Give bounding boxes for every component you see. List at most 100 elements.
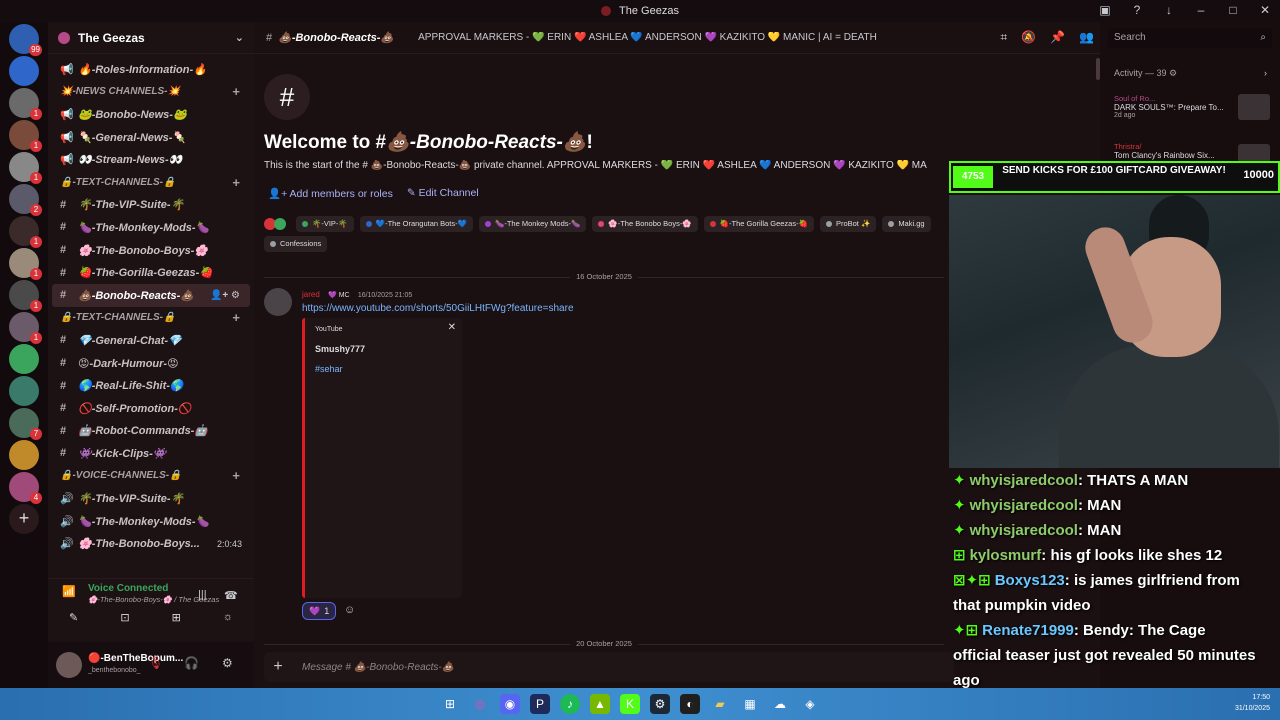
- nvidia-icon[interactable]: ▲: [590, 694, 610, 714]
- message-composer[interactable]: + Message # 💩-Bonobo-Reacts-💩: [264, 652, 954, 682]
- user-name[interactable]: 🔴-BenTheBopum...: [88, 653, 183, 664]
- add-channel-icon[interactable]: +: [232, 175, 240, 190]
- role-chip[interactable]: 🍆-The Monkey Mods-🍆: [478, 216, 587, 232]
- start-icon[interactable]: ⊞: [440, 694, 460, 714]
- server-icon[interactable]: 99: [9, 24, 42, 56]
- network-icon[interactable]: ☁: [770, 694, 790, 714]
- channel-item[interactable]: 📢 🐸-Bonobo-News-🐸: [48, 103, 254, 126]
- premiere-icon[interactable]: P: [530, 694, 550, 714]
- server-icon[interactable]: 7: [9, 408, 42, 440]
- disconnect-icon[interactable]: ☎: [224, 589, 238, 602]
- channel-item[interactable]: 📢 🔥-Roles-Information-🔥: [48, 58, 254, 81]
- channel-item[interactable]: 📢 👀-Stream-News-👀: [48, 148, 254, 171]
- role-chip[interactable]: Confessions: [264, 236, 328, 252]
- maximize-button[interactable]: □: [1226, 3, 1240, 17]
- channel-item[interactable]: # 💩-Bonobo-Reacts-💩 👤+ ⚙: [52, 283, 250, 307]
- server-icon[interactable]: 4: [9, 472, 42, 504]
- threads-icon[interactable]: ⌗: [1000, 30, 1007, 45]
- channel-item[interactable]: # 🚫-Self-Promotion-🚫: [48, 397, 254, 420]
- add-members-button[interactable]: 👤+ Add members or roles: [268, 187, 393, 200]
- close-icon[interactable]: ✕: [448, 322, 456, 333]
- inbox-icon[interactable]: ▣: [1098, 3, 1112, 17]
- activity-item[interactable]: Thristra/ Tom Clancy's Rainbow Six...: [1114, 142, 1244, 160]
- channel-item[interactable]: 🔊 🌸-The-Bonobo-Boys... 2:0:43: [48, 532, 254, 555]
- kick-icon[interactable]: K: [620, 694, 640, 714]
- add-channel-icon[interactable]: +: [232, 84, 240, 99]
- role-chip[interactable]: 🌴-VIP-🌴: [296, 216, 354, 232]
- role-chip[interactable]: 🌸-The Bonobo Boys-🌸: [592, 216, 698, 232]
- role-chip[interactable]: Maki.gg: [882, 216, 931, 232]
- channel-category[interactable]: 💥-NEWS CHANNELS-💥 +: [48, 81, 254, 104]
- channel-topic[interactable]: APPROVAL MARKERS - 💚 ERIN ❤️ ASHLEA 💙 AN…: [418, 32, 878, 43]
- channel-item[interactable]: 📢 🍡-General-News-🍡: [48, 126, 254, 149]
- server-icon[interactable]: 1: [9, 248, 42, 280]
- folder-icon[interactable]: ▰: [710, 694, 730, 714]
- obs-icon[interactable]: ◐: [680, 694, 700, 714]
- server-icon[interactable]: 1: [9, 152, 42, 184]
- noise-suppression-icon[interactable]: |||: [198, 589, 207, 601]
- help-icon[interactable]: ?: [1130, 3, 1144, 17]
- embed-description[interactable]: #sehar: [315, 364, 343, 374]
- attach-plus-icon[interactable]: +: [264, 658, 292, 676]
- search-input[interactable]: Search ⌕: [1108, 28, 1272, 48]
- server-icon[interactable]: 1: [9, 312, 42, 344]
- deafen-icon[interactable]: 🎧: [184, 656, 199, 670]
- spotify-icon[interactable]: ♪: [560, 694, 580, 714]
- server-icon[interactable]: 1: [9, 88, 42, 120]
- channel-item[interactable]: # 💎-General-Chat-💎: [48, 329, 254, 352]
- server-icon[interactable]: 1: [9, 280, 42, 312]
- channel-item[interactable]: # 🌸-The-Bonobo-Boys-🌸: [48, 239, 254, 262]
- calculator-icon[interactable]: ▦: [740, 694, 760, 714]
- add-server-button[interactable]: +: [9, 504, 39, 534]
- avatar[interactable]: [264, 288, 292, 316]
- server-icon[interactable]: [9, 376, 39, 406]
- channel-item[interactable]: 🔊 🌴-The-VIP-Suite-🌴: [48, 487, 254, 510]
- server-icon[interactable]: [9, 440, 39, 470]
- settings-icon[interactable]: ⚙: [222, 656, 233, 670]
- soundboard-icon[interactable]: ☼: [223, 611, 233, 629]
- steam-icon[interactable]: ⚙: [650, 694, 670, 714]
- role-chip[interactable]: 💙-The Orangutan Bots-💙: [359, 216, 473, 232]
- add-reaction-icon[interactable]: ☺: [344, 604, 355, 616]
- channel-item[interactable]: # 🌴-The-VIP-Suite-🌴: [48, 194, 254, 217]
- server-icon[interactable]: 2: [9, 184, 42, 216]
- avatar[interactable]: [56, 652, 82, 678]
- add-channel-icon[interactable]: +: [232, 310, 240, 325]
- role-chip[interactable]: ProBot ✨: [819, 216, 877, 232]
- member-list-icon[interactable]: 👥: [1079, 30, 1094, 45]
- edit-channel-button[interactable]: ✎ Edit Channel: [407, 187, 479, 200]
- chevron-down-icon[interactable]: ⌄: [235, 31, 244, 44]
- activity-item[interactable]: Soul of Ro... DARK SOULS™: Prepare To...…: [1114, 94, 1244, 119]
- server-icon[interactable]: 1: [9, 120, 42, 152]
- server-icon[interactable]: [9, 344, 39, 374]
- mute-icon[interactable]: 🎙: [148, 656, 163, 670]
- add-channel-icon[interactable]: +: [232, 468, 240, 483]
- message-author[interactable]: jared: [302, 290, 320, 299]
- channel-category[interactable]: 🔒-TEXT-CHANNELS-🔒 +: [48, 307, 254, 330]
- channel-settings-icon[interactable]: 👤+ ⚙: [210, 290, 240, 301]
- reaction-button[interactable]: 💜 1: [302, 602, 337, 620]
- apps-icon[interactable]: ⊞: [172, 611, 181, 629]
- download-icon[interactable]: ↓: [1162, 3, 1176, 17]
- role-chip[interactable]: 🍓-The Gorilla Geezas-🍓: [703, 216, 814, 232]
- minimize-button[interactable]: –: [1194, 3, 1208, 17]
- channel-item[interactable]: # 😡-Dark-Humour-😡: [48, 352, 254, 375]
- channel-category[interactable]: 🔒-VOICE-CHANNELS-🔒 +: [48, 465, 254, 488]
- embed-title[interactable]: Smushy777: [315, 344, 365, 354]
- vscode-icon[interactable]: ◈: [800, 694, 820, 714]
- message-link[interactable]: https://www.youtube.com/shorts/50GiiLHtF…: [302, 303, 574, 314]
- app-icon[interactable]: ◎: [470, 694, 490, 714]
- channel-category[interactable]: 🔒-TEXT-CHANNELS-🔒 +: [48, 171, 254, 194]
- channel-item[interactable]: # 👾-Kick-Clips-👾: [48, 442, 254, 465]
- signal-icon[interactable]: 📶: [62, 585, 76, 598]
- discord-icon[interactable]: ◉: [500, 694, 520, 714]
- channel-item[interactable]: 🔊 🍆-The-Monkey-Mods-🍆: [48, 510, 254, 533]
- server-icon[interactable]: 1: [9, 216, 42, 248]
- chevron-right-icon[interactable]: ›: [1264, 68, 1267, 78]
- screen-share-icon[interactable]: ✎: [69, 611, 78, 629]
- activity-icon[interactable]: ⊡: [120, 611, 129, 629]
- close-button[interactable]: ✕: [1258, 3, 1272, 17]
- notification-bell-icon[interactable]: 🔕: [1021, 30, 1036, 45]
- pin-icon[interactable]: 📌: [1050, 30, 1065, 45]
- channel-item[interactable]: # 🍆-The-Monkey-Mods-🍆: [48, 216, 254, 239]
